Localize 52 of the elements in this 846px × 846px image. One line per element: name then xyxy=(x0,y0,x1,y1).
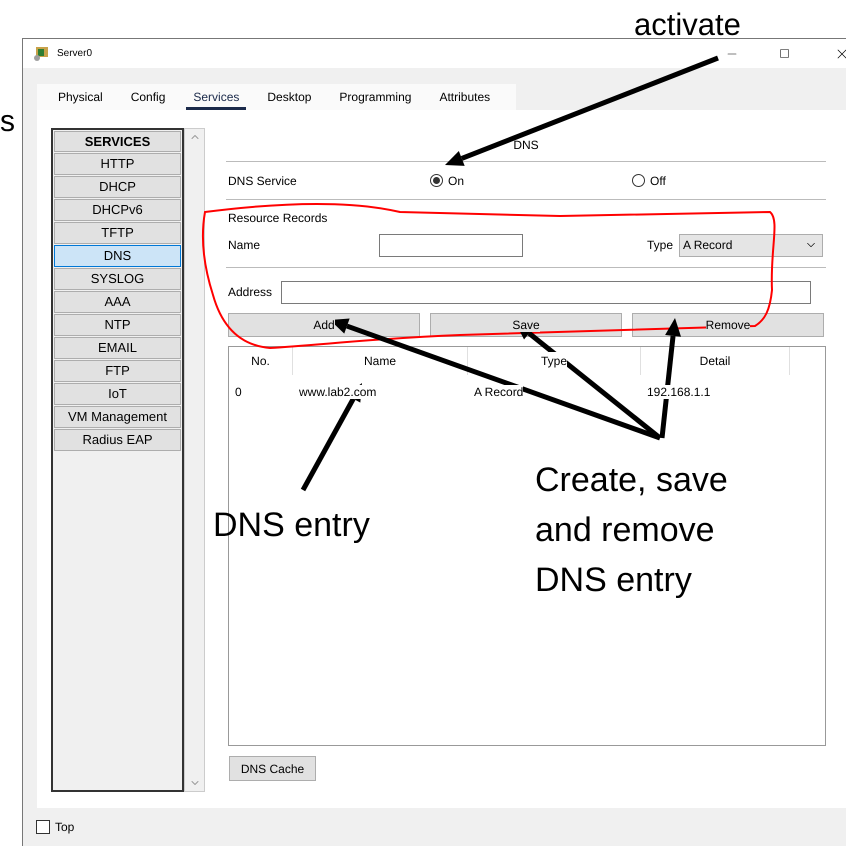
list-heading: SERVICES xyxy=(54,131,181,152)
action-button[interactable]: Save xyxy=(430,313,622,337)
tab[interactable]: Config xyxy=(124,84,172,110)
annotation-text: s xyxy=(0,104,15,140)
section-heading: DNS xyxy=(513,137,539,154)
column-header: Type xyxy=(468,347,641,375)
service-item[interactable]: IoT xyxy=(54,383,181,405)
column-header: Detail xyxy=(641,347,790,375)
service-item[interactable]: HTTP xyxy=(54,153,181,175)
radio-option[interactable]: On xyxy=(430,172,632,190)
field-label: Address xyxy=(228,284,274,301)
radio-option[interactable]: Off xyxy=(632,172,666,190)
column-header: Name xyxy=(293,347,468,375)
field-label: Type xyxy=(647,237,674,254)
tab[interactable]: Attributes xyxy=(432,84,498,110)
tab[interactable]: Desktop xyxy=(260,84,318,110)
maximize-icon[interactable] xyxy=(779,48,790,59)
tab[interactable]: Programming xyxy=(332,84,418,110)
field-label: DNS Service xyxy=(228,172,298,190)
dns-cache-button[interactable]: DNS Cache xyxy=(229,756,316,781)
server-icon xyxy=(33,46,51,62)
service-item[interactable]: EMAIL xyxy=(54,337,181,359)
table-cell-text: 192.168.1.1 xyxy=(646,384,712,401)
address-field[interactable] xyxy=(281,280,811,304)
name-field[interactable] xyxy=(379,234,523,256)
service-item[interactable]: DHCP xyxy=(54,176,181,198)
tab[interactable]: Physical xyxy=(51,84,110,110)
action-button[interactable]: Remove xyxy=(632,313,824,337)
annotation-text: DNS entry xyxy=(213,505,370,546)
annotation-text: Create, save and remove DNS entry xyxy=(535,460,729,601)
action-button[interactable]: Add xyxy=(228,313,420,337)
service-item[interactable]: NTP xyxy=(54,314,181,336)
window-title: Server0 xyxy=(57,47,92,61)
service-item[interactable]: DNS xyxy=(54,245,181,267)
column-header: No. xyxy=(229,347,293,375)
service-item[interactable]: SYSLOG xyxy=(54,268,181,290)
scrollbar[interactable] xyxy=(184,128,205,792)
field-label: Name xyxy=(228,237,262,254)
checkbox-label[interactable]: Top xyxy=(55,818,74,836)
service-item[interactable]: FTP xyxy=(54,360,181,382)
checkbox[interactable] xyxy=(36,820,50,834)
service-item[interactable]: Radius EAP xyxy=(54,429,181,451)
service-item[interactable]: TFTP xyxy=(54,222,181,244)
type-dropdown[interactable]: A Record xyxy=(679,234,824,256)
section-label: Resource Records xyxy=(228,211,328,225)
service-item[interactable]: VM Management xyxy=(54,406,181,428)
radio[interactable] xyxy=(632,174,645,187)
radio[interactable] xyxy=(430,174,443,187)
table-cell-text: www.lab2.com xyxy=(298,384,378,401)
service-item[interactable]: DHCPv6 xyxy=(54,199,181,221)
service-item[interactable]: AAA xyxy=(54,291,181,313)
annotation-text: activate xyxy=(634,6,741,44)
